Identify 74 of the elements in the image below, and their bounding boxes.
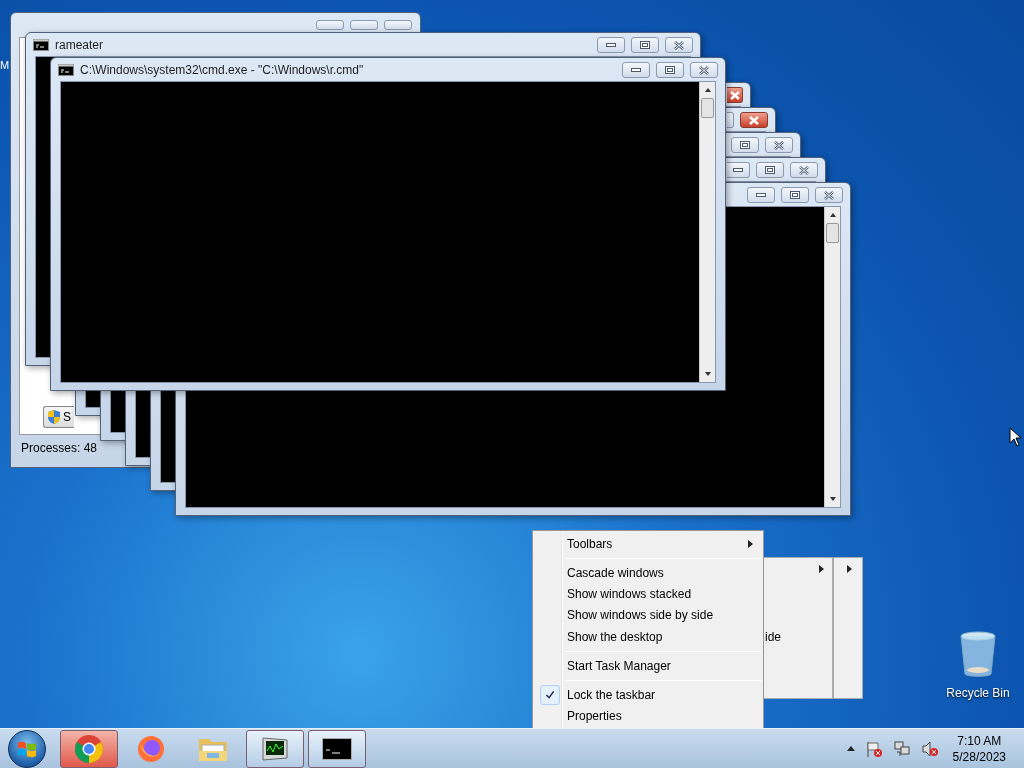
close-icon	[773, 140, 785, 150]
monitor-icon	[259, 734, 291, 763]
maximize-button[interactable]	[781, 187, 809, 203]
menu-item[interactable]: Show windows stacked	[533, 583, 763, 605]
window-title: rameater	[55, 37, 104, 54]
browser-icon	[136, 733, 166, 764]
clock-date[interactable]: 5/28/2023	[952, 748, 1006, 765]
close-button[interactable]	[665, 37, 693, 53]
maximize-button[interactable]	[756, 162, 784, 178]
maximize-icon	[765, 166, 775, 174]
speaker-muted-icon[interactable]	[920, 739, 939, 758]
scroll-thumb[interactable]	[826, 223, 839, 243]
close-icon	[823, 190, 835, 200]
desktop-icon-label[interactable]: Recycle Bin	[946, 684, 1010, 702]
menu-item[interactable]: Show the desktop	[533, 626, 763, 648]
close-button[interactable]	[790, 162, 818, 178]
network-icon[interactable]	[892, 739, 911, 758]
menu-item[interactable]: Toolbars	[533, 533, 763, 555]
submenu-arrow-icon	[847, 565, 852, 573]
show-processes-button[interactable]: S	[43, 406, 74, 428]
windows-logo-icon	[17, 739, 37, 758]
minimize-icon	[631, 68, 641, 72]
close-icon	[798, 165, 810, 175]
menu-item[interactable]: Cascade windows	[533, 562, 763, 584]
maximize-icon	[790, 191, 800, 199]
maximize-button[interactable]	[631, 37, 659, 53]
clock-time[interactable]: 7:10 AM	[957, 732, 1002, 749]
maximize-button[interactable]	[656, 62, 684, 78]
flag-icon[interactable]	[864, 739, 883, 758]
taskbar-button[interactable]	[308, 729, 366, 768]
minimize-button[interactable]	[622, 62, 650, 78]
maximize-icon	[740, 141, 750, 149]
maximize-button[interactable]	[727, 112, 734, 128]
minimize-icon	[733, 168, 743, 172]
close-button[interactable]	[727, 87, 743, 103]
minimize-button[interactable]	[727, 162, 750, 178]
submenu-arrow-icon	[819, 565, 824, 573]
close-button[interactable]	[765, 137, 793, 153]
mouse-cursor-icon	[1009, 427, 1022, 447]
menu-item[interactable]: Lock the taskbar	[533, 684, 763, 706]
menu-item[interactable]: Show windows side by side	[533, 604, 763, 627]
console-icon	[58, 64, 74, 76]
maximize-icon	[665, 66, 675, 74]
start-button[interactable]	[8, 729, 46, 768]
scrollbar[interactable]	[824, 207, 840, 507]
menu-item[interactable]: ide	[764, 628, 832, 646]
minimize-button[interactable]	[597, 37, 625, 53]
menu-item[interactable]: Start Task Manager	[533, 655, 763, 677]
close-icon	[698, 65, 710, 75]
minimize-button[interactable]	[747, 187, 775, 203]
close-icon	[673, 40, 685, 50]
recycle-bin-icon[interactable]	[958, 630, 998, 678]
close-icon	[748, 115, 760, 125]
close-button[interactable]	[690, 62, 718, 78]
console-icon	[322, 737, 352, 760]
browser-icon	[74, 733, 104, 764]
scroll-thumb[interactable]	[701, 98, 714, 118]
maximize-icon	[640, 41, 650, 49]
caret-up-icon[interactable]	[846, 746, 855, 751]
scrollbar[interactable]	[699, 82, 715, 382]
shield-icon	[47, 409, 61, 425]
menu-item[interactable]: Properties	[533, 705, 763, 728]
close-button[interactable]	[815, 187, 843, 203]
status-text: Processes: 48	[21, 440, 98, 457]
window-title: C:\Windows\system32\cmd.exe - "C:\Windows\r.cmd"	[80, 62, 364, 79]
taskbar-button[interactable]	[246, 729, 304, 768]
console-icon	[33, 39, 49, 51]
close-button[interactable]	[740, 112, 768, 128]
minimize-icon	[756, 193, 766, 197]
close-icon	[728, 90, 741, 100]
minimize-icon	[606, 43, 616, 47]
submenu-arrow-icon	[748, 539, 753, 548]
desktop-icon-label[interactable]: M	[0, 59, 10, 72]
maximize-button[interactable]	[731, 137, 759, 153]
